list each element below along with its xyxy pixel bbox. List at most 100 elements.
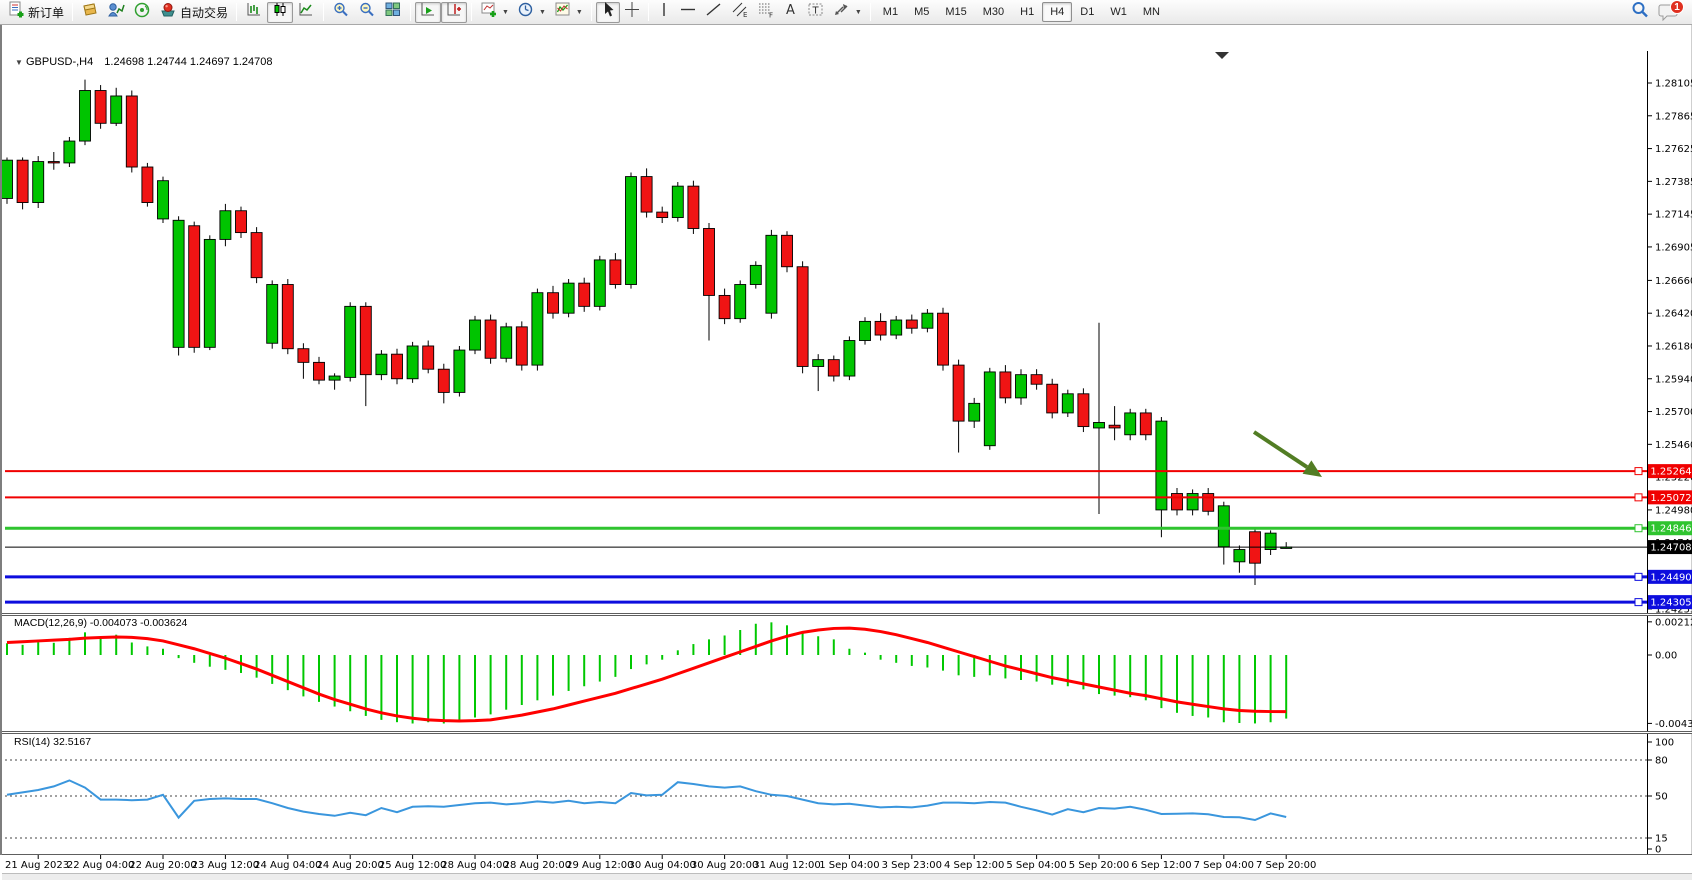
price-chart[interactable]: 1.281051.278651.276251.273851.271451.269…	[2, 25, 1692, 880]
line-chart-mode-button[interactable]	[293, 2, 319, 23]
autotrade-button[interactable]: 自动交易	[155, 2, 232, 23]
separator	[72, 3, 73, 21]
chart-window[interactable]: 1.281051.278651.276251.273851.271451.269…	[0, 25, 1692, 855]
svg-text:1.25940: 1.25940	[1655, 374, 1692, 385]
timeframe-m30[interactable]: M30	[975, 2, 1012, 22]
separator	[236, 3, 237, 21]
timeframe-h1[interactable]: H1	[1012, 2, 1042, 22]
candle	[423, 346, 434, 369]
candle	[80, 91, 91, 142]
strategy-tester-button[interactable]	[129, 2, 155, 23]
add-indicator-button[interactable]: ▼	[476, 2, 513, 23]
templates-button[interactable]: ▼	[550, 2, 587, 23]
candle	[1016, 375, 1027, 398]
new-order-label: 新订单	[28, 4, 64, 21]
shapes-tool[interactable]: ▼	[829, 2, 866, 23]
candle	[1047, 384, 1058, 413]
search-icon[interactable]	[1630, 0, 1650, 25]
data-window-button[interactable]	[103, 2, 129, 23]
candle	[48, 162, 59, 163]
line-handle[interactable]	[1635, 599, 1642, 606]
trendline-tool[interactable]	[701, 2, 727, 23]
candle	[236, 211, 247, 233]
line-handle[interactable]	[1635, 468, 1642, 475]
new-order-icon	[8, 1, 25, 23]
svg-text:24 Aug 20:00: 24 Aug 20:00	[316, 860, 383, 871]
candle	[938, 313, 949, 365]
horizontal-line-tool[interactable]	[675, 2, 701, 23]
svg-text:25 Aug 12:00: 25 Aug 12:00	[379, 860, 446, 871]
svg-text:1.25072: 1.25072	[1650, 493, 1691, 504]
timeframe-m5[interactable]: M5	[906, 2, 937, 22]
timeframe-m1[interactable]: M1	[875, 2, 906, 22]
periods-button[interactable]: ▼	[513, 2, 550, 23]
crosshair-tool-button[interactable]	[620, 2, 644, 23]
macd-values: -0.004073 -0.003624	[90, 617, 188, 629]
chart-shift-button[interactable]	[441, 2, 467, 23]
candle	[641, 177, 652, 213]
channel-tool[interactable]: E	[727, 2, 753, 23]
arrows-icon	[833, 1, 851, 23]
chevron-down-icon: ▼	[502, 9, 509, 16]
svg-text:100: 100	[1655, 738, 1674, 749]
timeframe-d1[interactable]: D1	[1072, 2, 1102, 22]
time-axis: 21 Aug 202322 Aug 04:0022 Aug 20:0023 Au…	[5, 855, 1316, 871]
candle	[735, 285, 746, 319]
pane-splitter-main-macd[interactable]	[2, 613, 1692, 616]
candle	[548, 293, 559, 313]
line-handle[interactable]	[1635, 525, 1642, 532]
rsi-indicator-label: RSI(14) 32.5167	[14, 736, 91, 748]
candle	[1172, 494, 1183, 510]
candle	[516, 327, 527, 365]
candlestick-mode-button[interactable]	[267, 2, 293, 23]
candle	[314, 362, 325, 380]
market-watch-button[interactable]	[77, 2, 103, 23]
candle	[33, 162, 44, 203]
candle	[782, 235, 793, 266]
zoom-out-button[interactable]	[354, 2, 380, 23]
template-icon	[554, 1, 572, 23]
candle	[2, 160, 13, 198]
svg-text:-0.004378: -0.004378	[1655, 719, 1692, 730]
auto-scroll-button[interactable]	[415, 2, 441, 23]
timeframe-h4[interactable]: H4	[1042, 2, 1072, 22]
chart-shift-marker[interactable]	[1215, 52, 1229, 59]
text-label-tool[interactable]: T	[803, 2, 829, 23]
zoom-out-icon	[358, 1, 376, 23]
timeframe-mn[interactable]: MN	[1135, 2, 1168, 22]
pane-splitter-macd-rsi[interactable]	[2, 731, 1692, 734]
timeframe-w1[interactable]: W1	[1102, 2, 1135, 22]
separator	[323, 3, 324, 21]
line-handle[interactable]	[1635, 573, 1642, 580]
candle	[579, 283, 590, 306]
candle	[189, 226, 200, 348]
symbol-period-label: GBPUSD-,H4	[26, 56, 93, 68]
svg-text:1.24490: 1.24490	[1650, 572, 1691, 583]
candle	[813, 360, 824, 367]
new-order-button[interactable]: 新订单	[4, 2, 68, 23]
text-tool[interactable]: A	[779, 2, 803, 23]
candle	[860, 321, 871, 340]
symbol-dropdown-icon[interactable]: ▼	[15, 58, 23, 67]
bar-chart-mode-button[interactable]	[241, 2, 267, 23]
zoom-in-button[interactable]	[328, 2, 354, 23]
price-levels: 1.252641.250721.248461.247081.244901.243…	[5, 464, 1692, 609]
tile-windows-button[interactable]	[380, 2, 406, 23]
fibonacci-tool[interactable]: F	[753, 2, 779, 23]
autotrade-icon	[159, 1, 177, 23]
candle	[251, 233, 262, 278]
macd-signal-line	[7, 628, 1286, 721]
candle	[1218, 506, 1229, 547]
cursor-tool-button[interactable]	[596, 2, 620, 23]
notifications-button[interactable]: 1	[1658, 1, 1682, 23]
cursor-icon	[600, 1, 616, 23]
svg-text:28 Aug 20:00: 28 Aug 20:00	[504, 860, 571, 871]
line-handle[interactable]	[1635, 494, 1642, 501]
candle	[158, 181, 169, 219]
chevron-down-icon: ▼	[576, 9, 583, 16]
candle	[563, 283, 574, 313]
timeframe-m15[interactable]: M15	[937, 2, 974, 22]
vertical-line-tool[interactable]	[653, 2, 675, 23]
candle	[984, 372, 995, 446]
candlestick-icon	[271, 1, 289, 23]
